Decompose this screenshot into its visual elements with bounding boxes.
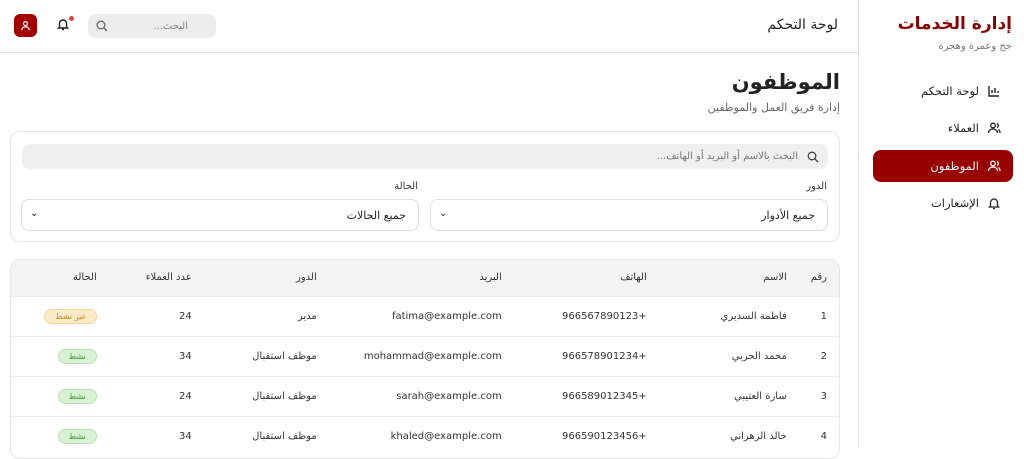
employee-name: سارة العتيبي — [658, 375, 799, 416]
sidebar-item-notifications[interactable]: الإشعارات — [873, 187, 1013, 219]
status-cell: نشط — [11, 375, 109, 416]
sidebar-item-dashboard[interactable]: لوحة التحكم — [873, 75, 1013, 107]
page-title: الموظفون — [731, 70, 840, 94]
employee-email: mohammad@example.com — [328, 335, 514, 376]
column-header: الحالة — [11, 260, 109, 296]
client-count: 34 — [108, 415, 204, 456]
employees-table-card: رقم الاسم الهاتف البريد الدور عدد العملا… — [10, 259, 840, 459]
employee-role: مدير — [203, 295, 329, 336]
employee-role: موظف استقبال — [203, 375, 329, 416]
employee-phone: +966590123456 — [513, 415, 659, 456]
notification-dot — [69, 16, 74, 21]
avatar[interactable] — [14, 14, 37, 37]
header-search-input[interactable]: البحث... — [88, 14, 216, 38]
client-count: 24 — [108, 375, 204, 416]
sidebar-item-label: لوحة التحكم — [921, 84, 979, 98]
table-row[interactable]: 3 سارة العتيبي +966589012345 sarah@example.… — [11, 375, 839, 416]
employee-name: محمد الحربي — [658, 335, 799, 376]
column-header: الدور — [203, 260, 329, 296]
users-icon — [987, 122, 1001, 134]
sidebar-item-label: العملاء — [947, 121, 979, 135]
status-filter-label: الحالة — [394, 181, 418, 192]
chevron-down-icon: ⌄ — [439, 208, 448, 219]
top-header: لوحة التحكم البحث... — [0, 0, 858, 53]
sidebar-item-label: الموظفون — [930, 159, 979, 173]
column-header: البريد — [328, 260, 514, 296]
chart-icon — [988, 86, 999, 97]
employee-phone: +966567890123 — [513, 295, 659, 336]
employee-search-input[interactable]: البحث بالاسم أو البريد أو الهاتف... — [22, 144, 828, 169]
row-id: 1 — [798, 295, 839, 336]
status-badge: نشط — [57, 348, 97, 364]
employee-phone: +966578901234 — [513, 335, 659, 376]
row-id: 4 — [798, 415, 839, 456]
client-count: 34 — [108, 335, 204, 376]
column-header: الاسم — [658, 260, 799, 296]
row-id: 3 — [798, 375, 839, 416]
sidebar: إدارة الخدمات حج وعمرة وهجرة لوحة التحكم… — [858, 0, 1024, 448]
employee-role: موظف استقبال — [203, 335, 329, 376]
table-row[interactable]: 1 فاطمة السديري +966567890123 fatima@exampl… — [11, 295, 839, 336]
employee-name: خالد الزهراني — [658, 415, 799, 456]
status-badge: نشط — [57, 428, 97, 444]
status-select[interactable]: جميع الحالات ⌄ — [21, 199, 419, 231]
status-badge: غير نشط — [44, 308, 97, 324]
page-subtitle: إدارة فريق العمل والموظفين — [707, 101, 840, 114]
column-header: عدد العملاء — [108, 260, 204, 296]
table-row[interactable]: 4 خالد الزهراني +966590123456 khaled@exampl… — [11, 415, 839, 456]
column-header: الهاتف — [513, 260, 659, 296]
employee-email: sarah@example.com — [328, 375, 514, 416]
filters-card: البحث بالاسم أو البريد أو الهاتف... الدو… — [10, 131, 840, 242]
employee-name: فاطمة السديري — [658, 295, 799, 336]
role-select[interactable]: جميع الأدوار ⌄ — [430, 199, 828, 231]
employee-email: khaled@example.com — [328, 415, 514, 456]
bell-icon — [987, 198, 1001, 210]
employees-table: رقم الاسم الهاتف البريد الدور عدد العملا… — [11, 260, 839, 456]
users-icon — [987, 160, 1001, 172]
employee-role: موظف استقبال — [203, 415, 329, 456]
user-icon — [21, 21, 30, 31]
brand-title: إدارة الخدمات — [897, 14, 1012, 34]
role-filter-label: الدور — [806, 181, 827, 192]
status-cell: نشط — [11, 335, 109, 376]
row-id: 2 — [798, 335, 839, 376]
search-placeholder: البحث بالاسم أو البريد أو الهاتف... — [656, 151, 798, 162]
status-cell: نشط — [11, 415, 109, 456]
sidebar-item-label: الإشعارات — [930, 196, 979, 210]
employee-email: fatima@example.com — [328, 295, 514, 336]
header-title: لوحة التحكم — [767, 17, 838, 33]
status-badge: نشط — [57, 388, 97, 404]
employee-phone: +966589012345 — [513, 375, 659, 416]
status-cell: غير نشط — [11, 295, 109, 336]
column-header: رقم — [798, 260, 839, 296]
search-icon — [807, 151, 819, 163]
brand-subtitle: حج وعمرة وهجرة — [938, 41, 1012, 52]
sidebar-item-employees[interactable]: الموظفون — [873, 150, 1013, 182]
search-icon — [96, 20, 108, 32]
status-select-value: جميع الحالات — [346, 208, 406, 222]
chevron-down-icon: ⌄ — [30, 208, 39, 219]
search-placeholder: البحث... — [153, 20, 188, 32]
role-select-value: جميع الأدوار — [761, 208, 815, 222]
sidebar-item-clients[interactable]: العملاء — [873, 112, 1013, 144]
table-row[interactable]: 2 محمد الحربي +966578901234 mohammad@exampl… — [11, 335, 839, 376]
bell-icon[interactable] — [56, 17, 70, 31]
client-count: 24 — [108, 295, 204, 336]
